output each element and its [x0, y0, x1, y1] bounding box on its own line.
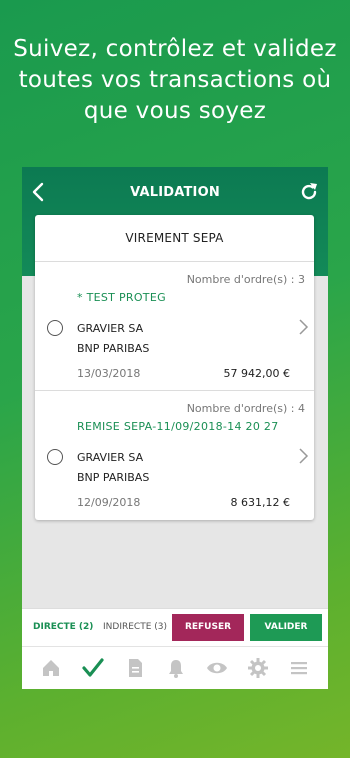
transaction-label: REMISE SEPA-11/09/2018-14 20 27: [77, 420, 279, 433]
promo-headline: Suivez, contrôlez et validez toutes vos …: [0, 34, 350, 127]
select-radio[interactable]: [47, 320, 63, 336]
document-icon[interactable]: [124, 657, 146, 679]
page-title: VALIDATION: [130, 185, 220, 200]
order-count: Nombre d'ordre(s) : 4: [186, 402, 305, 415]
action-bar: DIRECTE (2) INDIRECTE (3) REFUSER VALIDE…: [22, 608, 328, 647]
order-count: Nombre d'ordre(s) : 3: [186, 273, 305, 286]
phone-screen: VALIDATION VIREMENT SEPA Nombre d'ordre(…: [22, 167, 328, 689]
select-radio[interactable]: [47, 449, 63, 465]
validate-button[interactable]: VALIDER: [250, 614, 322, 641]
home-icon[interactable]: [40, 657, 62, 679]
headline-line-2: toutes vos transactions où: [18, 67, 332, 93]
refuse-button[interactable]: REFUSER: [172, 614, 244, 641]
transaction-row[interactable]: Nombre d'ordre(s) : 4 REMISE SEPA-11/09/…: [35, 391, 314, 519]
chevron-right-icon[interactable]: [296, 317, 310, 337]
transaction-label: * TEST PROTEG: [77, 291, 166, 304]
bottom-nav: [22, 646, 328, 689]
transactions-card: VIREMENT SEPA Nombre d'ordre(s) : 3 * TE…: [35, 215, 314, 520]
bell-icon[interactable]: [165, 657, 187, 679]
bank-name: BNP PARIBAS: [77, 342, 150, 355]
debtor-name: GRAVIER SA: [77, 322, 144, 335]
headline-line-1: Suivez, contrôlez et validez: [13, 36, 337, 62]
chevron-right-icon[interactable]: [296, 446, 310, 466]
refresh-icon[interactable]: [298, 181, 320, 203]
bank-name: BNP PARIBAS: [77, 471, 150, 484]
transaction-date: 12/09/2018: [77, 496, 141, 509]
gear-icon[interactable]: [247, 657, 269, 679]
headline-line-3: que vous soyez: [83, 98, 267, 124]
card-title: VIREMENT SEPA: [35, 215, 314, 262]
checkmark-icon[interactable]: [82, 657, 104, 679]
transaction-row[interactable]: Nombre d'ordre(s) : 3 * TEST PROTEG GRAV…: [35, 262, 314, 391]
transaction-amount: 57 942,00 €: [223, 367, 290, 380]
tab-direct[interactable]: DIRECTE (2): [33, 622, 93, 632]
transaction-amount: 8 631,12 €: [230, 496, 290, 509]
transaction-date: 13/03/2018: [77, 367, 141, 380]
eye-icon[interactable]: [206, 657, 228, 679]
menu-icon[interactable]: [288, 657, 310, 679]
debtor-name: GRAVIER SA: [77, 451, 144, 464]
tab-indirect[interactable]: INDIRECTE (3): [103, 622, 167, 632]
